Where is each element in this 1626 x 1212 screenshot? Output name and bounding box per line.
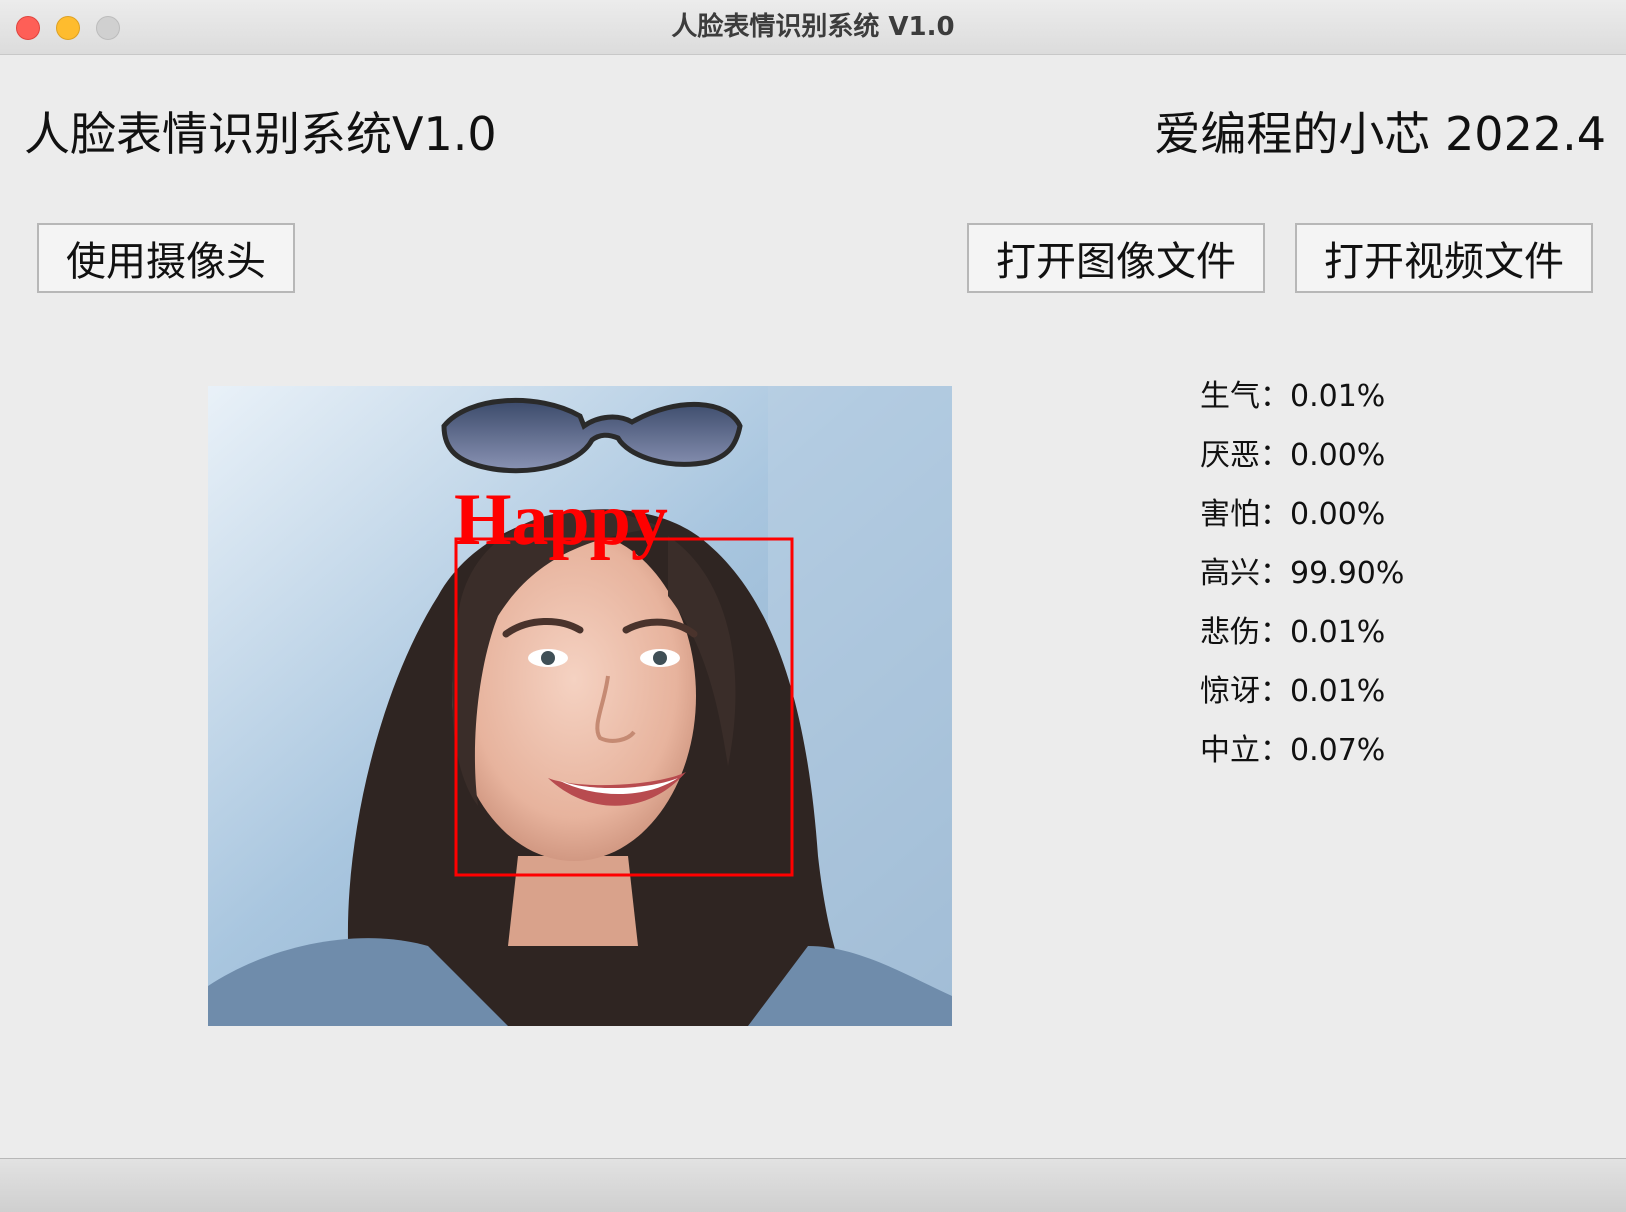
result-label: 悲伤： (1200, 615, 1290, 650)
result-value: 0.00% (1290, 438, 1386, 473)
result-label: 生气： (1200, 379, 1290, 414)
app-window: 人脸表情识别系统 V1.0 人脸表情识别系统V1.0 爱编程的小芯 2022.4… (0, 0, 1626, 1212)
status-bar (0, 1158, 1626, 1212)
detection-image: Happy (208, 386, 952, 1026)
use-camera-button[interactable]: 使用摄像头 (37, 223, 295, 293)
emotion-label: Happy (454, 479, 668, 561)
open-video-file-button[interactable]: 打开视频文件 (1295, 223, 1593, 293)
result-label: 中立： (1200, 733, 1290, 768)
result-row-angry: 生气：0.01% (1200, 376, 1404, 435)
author-date-label: 爱编程的小芯 2022.4 (1154, 107, 1606, 161)
app-title: 人脸表情识别系统V1.0 (24, 107, 497, 161)
result-label: 高兴： (1200, 556, 1290, 591)
result-row-sad: 悲伤：0.01% (1200, 612, 1404, 671)
result-value: 0.00% (1290, 497, 1386, 532)
result-value: 0.01% (1290, 674, 1386, 709)
result-value: 0.01% (1290, 379, 1386, 414)
result-value: 0.01% (1290, 615, 1386, 650)
result-value: 99.90% (1290, 556, 1405, 591)
result-row-neutral: 中立：0.07% (1200, 730, 1404, 789)
result-row-happy: 高兴：99.90% (1200, 553, 1404, 612)
result-value: 0.07% (1290, 733, 1386, 768)
emotion-results: 生气：0.01% 厌恶：0.00% 害怕：0.00% 高兴：99.90% 悲伤：… (1200, 376, 1404, 789)
window-title: 人脸表情识别系统 V1.0 (671, 12, 955, 42)
result-label: 惊讶： (1200, 674, 1290, 709)
result-row-disgust: 厌恶：0.00% (1200, 435, 1404, 494)
result-label: 害怕： (1200, 497, 1290, 532)
result-row-surprise: 惊讶：0.01% (1200, 671, 1404, 730)
title-bar: 人脸表情识别系统 V1.0 (0, 0, 1626, 55)
result-row-fear: 害怕：0.00% (1200, 494, 1404, 553)
result-label: 厌恶： (1200, 438, 1290, 473)
open-image-file-button[interactable]: 打开图像文件 (967, 223, 1265, 293)
